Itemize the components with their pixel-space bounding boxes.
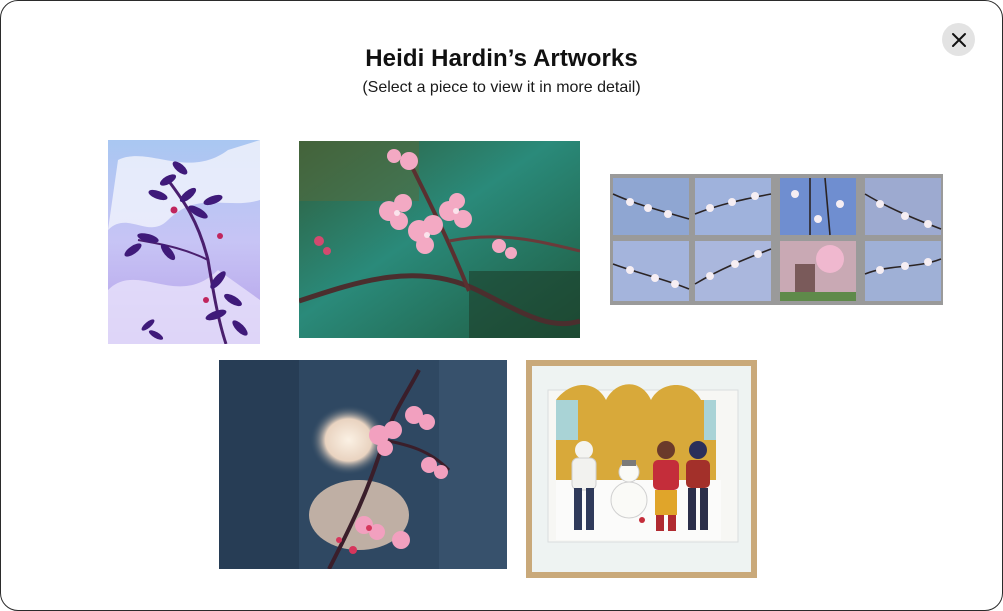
close-button[interactable] — [942, 23, 975, 56]
artworks-modal: Heidi Hardin’s Artworks (Select a piece … — [0, 0, 1003, 611]
close-icon — [951, 32, 966, 47]
artwork-blossoms-night[interactable] — [219, 360, 507, 569]
artwork-image — [526, 360, 757, 578]
artwork-image — [299, 141, 580, 338]
modal-subtitle: (Select a piece to view it in more detai… — [362, 79, 641, 96]
modal-title: Heidi Hardin’s Artworks — [365, 45, 638, 72]
artwork-purple-branch[interactable] — [108, 140, 260, 344]
artwork-pink-blossoms-green[interactable] — [299, 141, 580, 338]
artwork-image — [108, 140, 260, 344]
artwork-children-snowman[interactable] — [526, 360, 757, 578]
artwork-blossom-grid[interactable] — [610, 174, 943, 305]
artwork-image — [610, 174, 943, 305]
artwork-image — [219, 360, 507, 569]
